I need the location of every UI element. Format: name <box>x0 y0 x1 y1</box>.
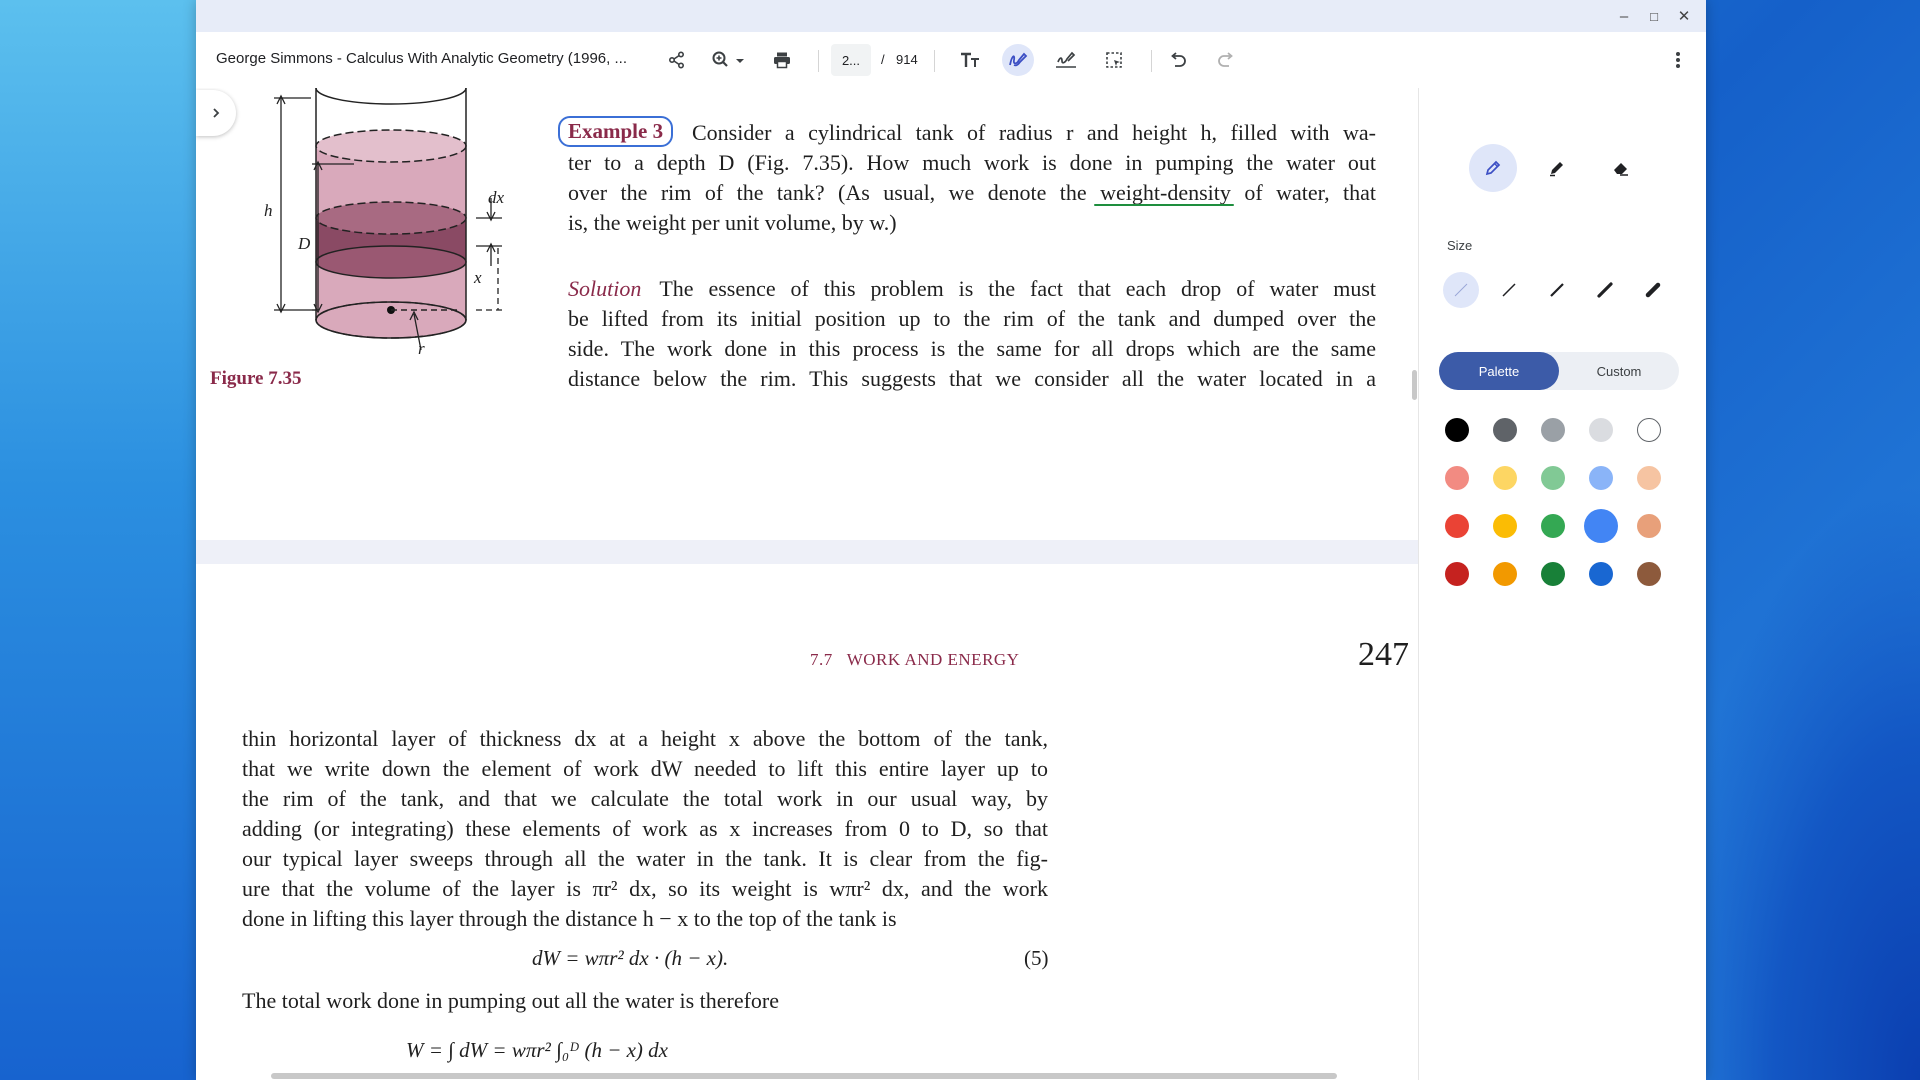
solution-paragraph: Solution The essence of this problem is t… <box>568 274 1376 394</box>
text-line: thin horizontal layer of thickness dx at… <box>242 726 1048 751</box>
size-option-2[interactable] <box>1491 272 1527 308</box>
document-title: George Simmons - Calculus With Analytic … <box>216 50 627 67</box>
size-label: Size <box>1447 238 1473 253</box>
maximize-button[interactable]: □ <box>1642 4 1666 28</box>
color-swatch[interactable] <box>1541 418 1565 442</box>
highlighter-icon[interactable] <box>1533 144 1581 192</box>
label-dx: dx <box>488 188 505 207</box>
size-option-1[interactable] <box>1443 272 1479 308</box>
color-swatch[interactable] <box>1493 466 1517 490</box>
text-icon[interactable] <box>954 44 986 76</box>
green-underline-annotation <box>1094 204 1234 206</box>
select-icon[interactable] <box>1098 44 1130 76</box>
text-line: distance below the rim. This suggests th… <box>568 366 1376 391</box>
toolbar-divider <box>818 50 819 72</box>
color-swatch[interactable] <box>1584 509 1618 543</box>
pdf-viewer-window: – □ ✕ George Simmons - Calculus With Ana… <box>196 0 1706 1080</box>
text-line: adding (or integrating) these elements o… <box>242 816 1048 841</box>
text-line: that we write down the element of work d… <box>242 756 1048 781</box>
minimize-button[interactable]: – <box>1612 4 1636 28</box>
page-number: 247 <box>1358 636 1409 673</box>
body-paragraph: thin horizontal layer of thickness dx at… <box>242 724 1048 934</box>
signature-icon[interactable] <box>1050 44 1082 76</box>
document-viewer[interactable]: h D dx x r Figure 7.35 Example 3 Conside… <box>196 88 1418 1080</box>
running-head: 7.7 WORK AND ENERGY <box>810 650 1020 669</box>
total-work-line: The total work done in pumping out all t… <box>242 988 780 1013</box>
print-icon[interactable] <box>766 44 798 76</box>
expand-sidebar-button[interactable] <box>196 90 236 136</box>
tab-custom[interactable]: Custom <box>1559 352 1679 390</box>
color-swatch[interactable] <box>1445 418 1469 442</box>
size-option-5[interactable] <box>1635 272 1671 308</box>
pen-icon[interactable] <box>1469 144 1517 192</box>
label-D: D <box>297 234 311 253</box>
color-swatch[interactable] <box>1493 514 1517 538</box>
color-swatch[interactable] <box>1637 514 1661 538</box>
integral-equation: W = ∫ dW = wπr² ∫₀ᴰ (h − x) dx <box>406 1038 668 1062</box>
close-button[interactable]: ✕ <box>1672 4 1696 28</box>
color-swatch[interactable] <box>1589 466 1613 490</box>
toolbar-divider <box>934 50 935 72</box>
eraser-icon[interactable] <box>1597 144 1645 192</box>
color-swatch[interactable] <box>1445 466 1469 490</box>
color-swatch[interactable] <box>1493 418 1517 442</box>
label-x: x <box>473 268 482 287</box>
page-gap <box>196 540 1418 564</box>
color-swatch[interactable] <box>1541 562 1565 586</box>
horizontal-scrollbar[interactable] <box>271 1073 1337 1079</box>
tank-figure: h D dx x r <box>264 88 505 358</box>
toolbar: George Simmons - Calculus With Analytic … <box>196 32 1706 89</box>
equation: dW = wπr² dx · (h − x). <box>532 946 729 970</box>
color-swatch[interactable] <box>1445 514 1469 538</box>
more-icon[interactable] <box>1662 44 1694 76</box>
toolbar-divider <box>1151 50 1152 72</box>
draw-icon[interactable] <box>1002 44 1034 76</box>
page-total: 914 <box>896 52 918 67</box>
text-line: our typical layer sweeps through all the… <box>242 846 1048 871</box>
title-bar: – □ ✕ <box>196 0 1706 32</box>
size-option-4[interactable] <box>1587 272 1623 308</box>
color-swatch[interactable] <box>1637 418 1661 442</box>
text-line: the rim of the tank, and that we calcula… <box>242 786 1048 811</box>
text-line: done in lifting this layer through the d… <box>242 906 897 931</box>
text-line: ure that the volume of the layer is πr² … <box>242 876 1048 901</box>
color-swatch[interactable] <box>1589 562 1613 586</box>
label-h: h <box>264 201 273 220</box>
example-paragraph: Consider a cylindrical tank of radius r … <box>568 118 1376 238</box>
text-line: is, the weight per unit volume, by w.) <box>568 210 897 235</box>
size-option-3[interactable] <box>1539 272 1575 308</box>
solution-label: Solution <box>568 276 642 301</box>
text-line: side. The work done in this process is t… <box>568 336 1376 361</box>
page-separator: / <box>881 52 885 67</box>
text-line: The essence of this problem is the fact … <box>659 276 1376 301</box>
color-swatch[interactable] <box>1541 514 1565 538</box>
wallpaper-left <box>0 0 200 1080</box>
palette-toggle: Palette Custom <box>1439 352 1679 390</box>
tab-palette[interactable]: Palette <box>1439 352 1559 390</box>
vertical-scrollbar[interactable] <box>1412 370 1417 400</box>
color-swatch[interactable] <box>1445 562 1469 586</box>
chevron-right-icon <box>213 108 220 118</box>
text-line: be lifted from its initial position up t… <box>568 306 1376 331</box>
figure-caption: Figure 7.35 <box>210 368 302 389</box>
annotation-panel: Size Palette Custom <box>1418 88 1706 1080</box>
page-number-input[interactable]: 2... <box>831 44 871 76</box>
color-swatch[interactable] <box>1493 562 1517 586</box>
text-line: Consider a cylindrical tank of radius r … <box>692 120 1376 145</box>
label-r: r <box>418 339 425 358</box>
text-line: over the rim of the tank? (As usual, we … <box>568 180 1376 205</box>
color-swatch[interactable] <box>1637 466 1661 490</box>
zoom-icon[interactable] <box>706 44 752 76</box>
redo-icon[interactable] <box>1210 44 1242 76</box>
color-swatch[interactable] <box>1541 466 1565 490</box>
share-icon[interactable] <box>661 44 693 76</box>
color-swatch[interactable] <box>1589 418 1613 442</box>
color-swatch[interactable] <box>1637 562 1661 586</box>
undo-icon[interactable] <box>1162 44 1194 76</box>
text-line: ter to a depth D (Fig. 7.35). How much w… <box>568 150 1376 175</box>
equation-number: (5) <box>1024 946 1049 970</box>
